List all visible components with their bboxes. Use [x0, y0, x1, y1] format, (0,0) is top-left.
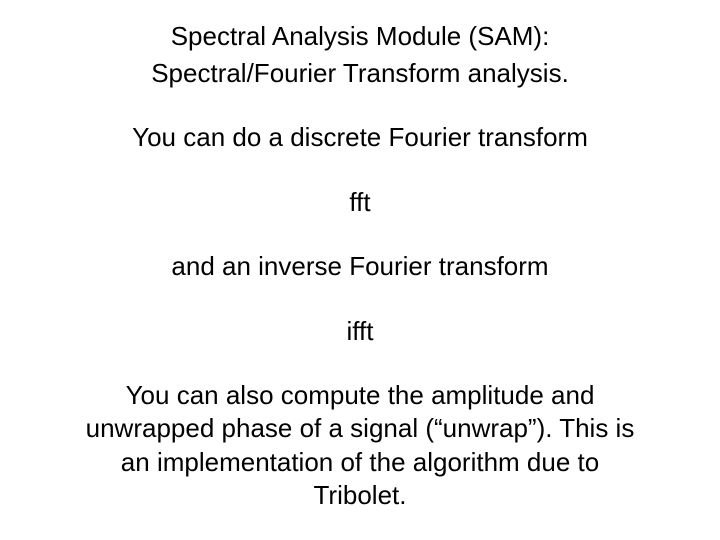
paragraph-line-2: unwrapped phase of a signal (“unwrap”). … [40, 412, 680, 445]
paragraph-line-4: Tribolet. [40, 479, 680, 512]
title-block: Spectral Analysis Module (SAM): Spectral… [40, 20, 680, 89]
paragraph-line-1: You can also compute the amplitude and [40, 379, 680, 412]
paragraph-block: You can also compute the amplitude and u… [40, 379, 680, 512]
command-ifft: ifft [40, 315, 680, 348]
title-line-1: Spectral Analysis Module (SAM): [40, 20, 680, 53]
intro-line: You can do a discrete Fourier transform [40, 121, 680, 154]
command-fft: fft [40, 186, 680, 219]
inverse-line: and an inverse Fourier transform [40, 250, 680, 283]
paragraph-line-3: an implementation of the algorithm due t… [40, 446, 680, 479]
title-line-2: Spectral/Fourier Transform analysis. [40, 57, 680, 90]
slide-content: Spectral Analysis Module (SAM): Spectral… [40, 20, 680, 512]
